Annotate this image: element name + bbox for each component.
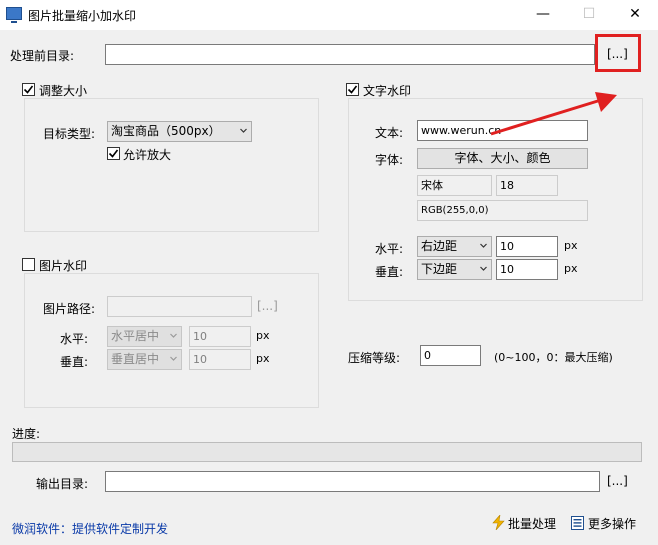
output-browse-button[interactable]: [...] — [607, 474, 628, 488]
image-vertical-offset-input[interactable]: 10 — [189, 349, 251, 370]
check-icon — [23, 85, 34, 94]
company-link[interactable]: 微润软件：提供软件定制开发 — [12, 520, 168, 537]
batch-process-button[interactable]: 批量处理 — [492, 514, 562, 532]
progress-label: 进度: — [12, 427, 41, 441]
output-dir-input[interactable] — [105, 471, 600, 492]
chevron-down-icon — [170, 333, 177, 338]
text-vertical-offset-input[interactable]: 10 — [496, 259, 558, 280]
lightning-icon — [492, 515, 505, 530]
resize-checkbox-label: 调整大小 — [39, 84, 88, 98]
font-settings-button[interactable]: 字体、大小、颜色 — [417, 148, 588, 169]
font-size-display: 18 — [496, 175, 558, 196]
maximize-button[interactable]: ☐ — [566, 0, 612, 30]
check-icon — [108, 149, 119, 158]
chevron-down-icon — [480, 266, 487, 271]
check-icon — [347, 85, 358, 94]
chevron-down-icon — [170, 356, 177, 361]
more-actions-button[interactable]: 更多操作 — [571, 514, 646, 532]
target-type-select[interactable]: 淘宝商品（500px） — [107, 121, 252, 142]
text-label: 文本: — [375, 126, 404, 140]
text-horizontal-unit: px — [564, 239, 578, 252]
highlight-box — [595, 34, 641, 72]
image-path-label: 图片路径: — [43, 302, 96, 316]
target-type-value: 淘宝商品（500px） — [111, 124, 221, 138]
text-vertical-value: 下边距 — [421, 262, 458, 276]
annotation-arrow-icon — [490, 92, 617, 136]
resize-checkbox[interactable] — [22, 83, 35, 96]
text-vertical-unit: px — [564, 262, 578, 275]
image-watermark-checkbox-row[interactable]: 图片水印 — [22, 257, 87, 273]
document-list-icon — [571, 516, 584, 530]
target-type-label: 目标类型: — [43, 127, 96, 141]
image-horizontal-unit: px — [256, 329, 270, 342]
image-watermark-checkbox[interactable] — [22, 258, 35, 271]
chevron-down-icon — [480, 243, 487, 248]
font-name-display: 宋体 — [417, 175, 492, 196]
compression-hint: (0~100，0：最大压缩) — [494, 351, 613, 364]
text-horizontal-label: 水平: — [375, 242, 404, 256]
more-actions-label: 更多操作 — [588, 517, 637, 531]
image-browse-button[interactable]: [...] — [257, 299, 278, 313]
compression-input[interactable]: 0 — [420, 345, 481, 366]
text-watermark-checkbox[interactable] — [346, 83, 359, 96]
close-button[interactable]: ✕ — [612, 0, 658, 30]
resize-checkbox-row[interactable]: 调整大小 — [22, 82, 87, 98]
text-horizontal-value: 右边距 — [421, 239, 458, 253]
font-color-display: RGB(255,0,0) — [417, 200, 588, 221]
text-horizontal-select[interactable]: 右边距 — [417, 236, 492, 257]
image-horizontal-offset-input[interactable]: 10 — [189, 326, 251, 347]
image-watermark-checkbox-label: 图片水印 — [39, 259, 88, 273]
image-vertical-select[interactable]: 垂直居中 — [107, 349, 182, 370]
chevron-down-icon — [240, 128, 247, 133]
image-horizontal-select[interactable]: 水平居中 — [107, 326, 182, 347]
allow-enlarge-label: 允许放大 — [123, 148, 172, 162]
text-vertical-label: 垂直: — [375, 265, 404, 279]
resize-group — [24, 98, 319, 232]
source-dir-input[interactable] — [105, 44, 595, 65]
source-dir-label: 处理前目录: — [10, 49, 75, 63]
image-vertical-value: 垂直居中 — [111, 352, 160, 366]
font-label: 字体: — [375, 153, 404, 167]
image-path-input[interactable] — [107, 296, 252, 317]
output-dir-label: 输出目录: — [36, 477, 89, 491]
image-vertical-unit: px — [256, 352, 270, 365]
text-horizontal-offset-input[interactable]: 10 — [496, 236, 558, 257]
image-horizontal-label: 水平: — [60, 332, 89, 346]
batch-process-label: 批量处理 — [508, 517, 557, 531]
image-vertical-label: 垂直: — [60, 355, 89, 369]
allow-enlarge-row[interactable]: 允许放大 — [107, 146, 227, 162]
text-watermark-checkbox-label: 文字水印 — [363, 84, 412, 98]
window-title: 图片批量缩小加水印 — [28, 9, 137, 23]
progress-bar — [12, 442, 642, 462]
minimize-button[interactable]: — — [520, 0, 566, 30]
allow-enlarge-checkbox[interactable] — [107, 147, 120, 160]
text-vertical-select[interactable]: 下边距 — [417, 259, 492, 280]
compression-label: 压缩等级: — [348, 351, 401, 365]
image-horizontal-value: 水平居中 — [111, 329, 160, 343]
text-watermark-checkbox-row[interactable]: 文字水印 — [346, 82, 411, 98]
title-bar: 图片批量缩小加水印 — ☐ ✕ — [0, 0, 658, 30]
app-monitor-icon — [6, 7, 22, 23]
